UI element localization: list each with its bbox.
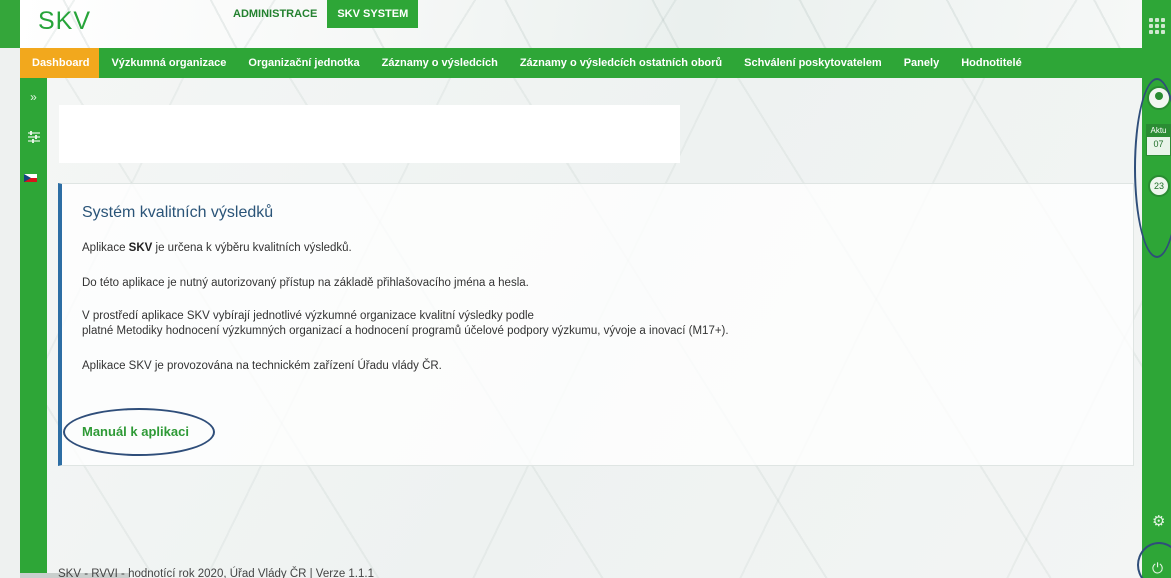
- nav-panely[interactable]: Panely: [892, 48, 949, 78]
- page-title: Systém kvalitních výsledků: [82, 204, 274, 221]
- apps-menu-area: [1142, 0, 1171, 48]
- footer-text: SKV - RVVI - hodnotící rok 2020, Úřad Vl…: [58, 568, 374, 578]
- intro-paragraph-2: Do této aplikace je nutný autorizovaný p…: [82, 277, 529, 289]
- app-logo[interactable]: SKV: [38, 7, 91, 36]
- nav-schvaleni-poskytovatelem[interactable]: Schválení poskytovatelem: [732, 48, 892, 78]
- nav-dashboard[interactable]: Dashboard: [20, 48, 100, 78]
- nav-vyzkumna-organizace[interactable]: Výzkumná organizace: [99, 48, 236, 78]
- tab-administrace[interactable]: ADMINISTRACE: [223, 0, 327, 28]
- header-left-strip: [0, 0, 20, 48]
- left-sidebar: »: [20, 78, 47, 578]
- intro-paragraph-3-line-2: platné Metodiky hodnocení výzkumných org…: [82, 325, 729, 337]
- settings-gear-icon[interactable]: ⚙: [1152, 514, 1168, 530]
- nav-zaznamy-o-vysledcich[interactable]: Záznamy o výsledcích: [370, 48, 508, 78]
- intro-paragraph-1: Aplikace SKV je určena k výběru kvalitní…: [82, 242, 352, 254]
- header: SKV ADMINISTRACE SKV SYSTEM: [0, 0, 1171, 48]
- czech-flag-icon[interactable]: [24, 174, 37, 182]
- apps-grid-icon[interactable]: [1149, 18, 1165, 34]
- intro-paragraph-3-line-1: V prostředí aplikace SKV vybírají jednot…: [82, 310, 534, 322]
- intro-card: Systém kvalitních výsledků Aplikace SKV …: [58, 183, 1134, 466]
- filter-sliders-icon[interactable]: [20, 130, 47, 147]
- annotation-ellipse-manual: [63, 408, 215, 456]
- nav-hodnotitele[interactable]: Hodnotitelé: [949, 48, 1032, 78]
- main-nav: Dashboard Výzkumná organizace Organizačn…: [20, 48, 1142, 78]
- top-info-panel: [59, 105, 680, 163]
- header-banner: SKV ADMINISTRACE SKV SYSTEM: [20, 0, 1142, 48]
- nav-zaznamy-ostatnich-oboru[interactable]: Záznamy o výsledcích ostatních oborů: [508, 48, 732, 78]
- intro-paragraph-4: Aplikace SKV je provozována na technické…: [82, 360, 442, 372]
- tab-skv-system[interactable]: SKV SYSTEM: [327, 0, 419, 28]
- app-tabs: ADMINISTRACE SKV SYSTEM: [223, 0, 419, 48]
- app-window: SKV ADMINISTRACE SKV SYSTEM Dashboard Vý…: [0, 0, 1171, 578]
- expand-sidebar-icon[interactable]: »: [20, 90, 47, 104]
- nav-organizacni-jednotka[interactable]: Organizační jednotka: [236, 48, 369, 78]
